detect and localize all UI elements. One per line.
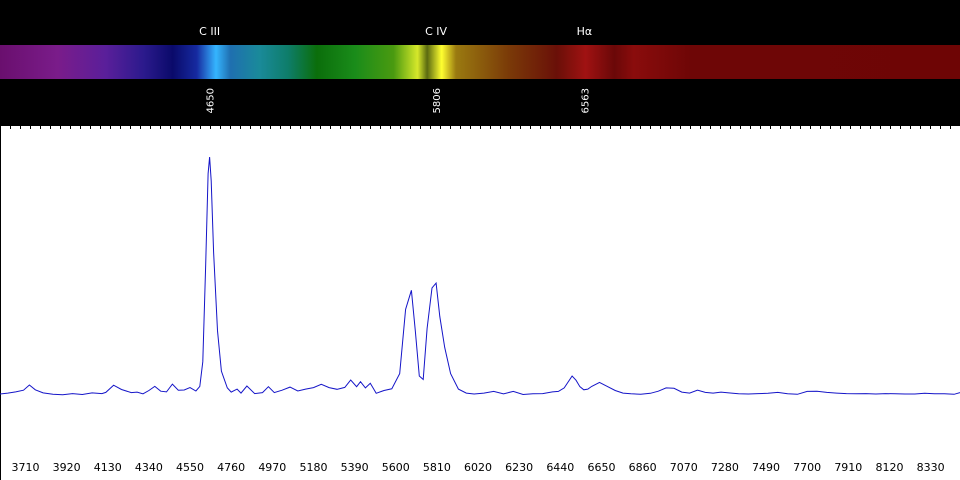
- x-tick-label: 7490: [752, 461, 780, 474]
- x-tick-label: 3920: [53, 461, 81, 474]
- x-tick-label: 6650: [587, 461, 615, 474]
- x-tick-label: 4340: [135, 461, 163, 474]
- plot-background: [0, 125, 960, 480]
- line-wavelength-label: 4650: [206, 88, 217, 113]
- line-wavelength-label: 5806: [432, 88, 443, 113]
- x-tick-label: 5180: [299, 461, 327, 474]
- x-tick-label: 5810: [423, 461, 451, 474]
- x-tick-label: 4760: [217, 461, 245, 474]
- x-tick-label: 4130: [94, 461, 122, 474]
- x-tick-label: 6020: [464, 461, 492, 474]
- spectrum-band: [0, 45, 960, 79]
- x-tick-label: 5390: [341, 461, 369, 474]
- line-name-label: C IV: [425, 25, 447, 38]
- line-wavelength-label: 6563: [580, 88, 591, 113]
- x-tick-label: 7070: [670, 461, 698, 474]
- x-tick-label: 4970: [258, 461, 286, 474]
- x-tick-label: 8120: [875, 461, 903, 474]
- x-tick-label: 6440: [546, 461, 574, 474]
- line-name-label: C III: [199, 25, 220, 38]
- x-tick-label: 8330: [917, 461, 945, 474]
- x-tick-label: 4550: [176, 461, 204, 474]
- x-tick-label: 6230: [505, 461, 533, 474]
- x-tick-label: 6860: [629, 461, 657, 474]
- spectrum-viewer: C III 4650 C IV 5806 Hα 6563 3710 3920 4130 4340…: [0, 0, 960, 480]
- x-axis-tick-labels: 3710 3920 4130 4340 4550 4760 4970 5180 5390 5600…: [11, 461, 944, 474]
- spectrum-chart: C III 4650 C IV 5806 Hα 6563 3710 3920 4130 4340…: [0, 0, 960, 480]
- x-tick-label: 7910: [834, 461, 862, 474]
- x-tick-label: 3710: [11, 461, 39, 474]
- x-tick-label: 7280: [711, 461, 739, 474]
- x-tick-label: 7700: [793, 461, 821, 474]
- line-name-label: Hα: [577, 25, 593, 38]
- x-tick-label: 5600: [382, 461, 410, 474]
